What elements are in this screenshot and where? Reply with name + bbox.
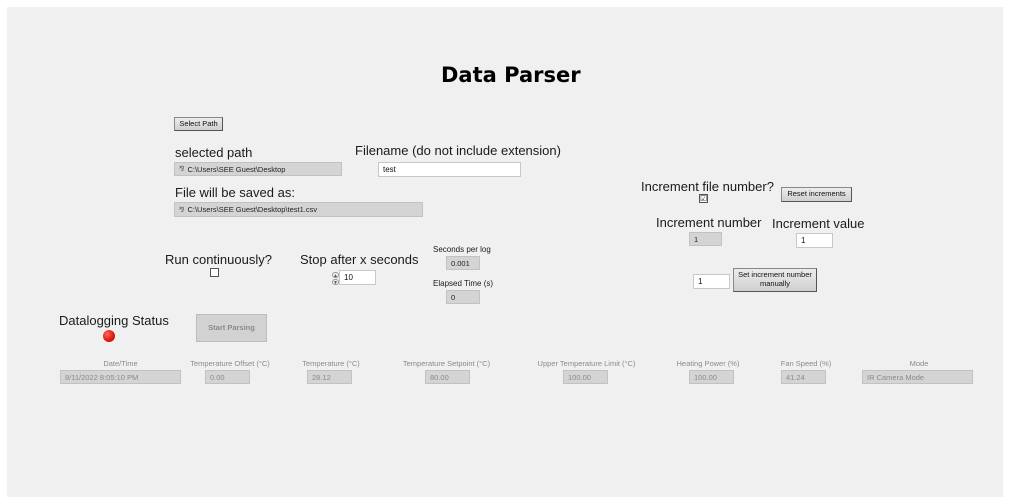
stop-after-label: Stop after x seconds	[300, 252, 419, 267]
heating-power-field: 100.00	[689, 370, 734, 384]
fan-speed-field: 41.24	[781, 370, 826, 384]
filename-input[interactable]: test	[378, 162, 521, 177]
saved-as-label: File will be saved as:	[175, 185, 295, 200]
path-icon: ⅋	[179, 166, 185, 173]
increment-number-label: Increment number	[656, 215, 762, 230]
increment-value-label: Increment value	[772, 216, 865, 231]
run-continuously-checkbox[interactable]	[210, 268, 219, 277]
seconds-per-log-label: Seconds per log	[433, 245, 491, 254]
selected-path-field: ⅋ C:\Users\SEE Guest\Desktop	[174, 162, 342, 176]
column-header-temperature: Temperature (°C)	[302, 359, 360, 368]
page-title: Data Parser	[441, 63, 581, 87]
column-header-upper-limit: Upper Temperature Limit (°C)	[537, 359, 636, 368]
select-path-button[interactable]: Select Path	[174, 117, 223, 131]
increment-number-field: 1	[689, 232, 722, 246]
column-header-fan-speed: Fan Speed (%)	[780, 359, 832, 368]
increment-checkbox[interactable]: ☑	[699, 194, 708, 203]
column-header-datetime: Date/Time	[103, 359, 138, 368]
saved-as-field: ⅋ C:\Users\SEE Guest\Desktop\test1.csv	[174, 202, 423, 217]
set-increment-button[interactable]: Set increment number manually	[733, 268, 817, 292]
mode-field: IR Camera Mode	[862, 370, 973, 384]
datetime-field: 8/11/2022 8:05:10 PM	[60, 370, 181, 384]
stop-after-input[interactable]: 10	[339, 270, 376, 285]
increment-question-label: Increment file number?	[641, 179, 774, 194]
column-header-heating-power: Heating Power (%)	[676, 359, 740, 368]
datalogging-status-led	[103, 330, 115, 342]
filename-label: Filename (do not include extension)	[355, 143, 561, 158]
stop-after-spinner[interactable]: ▲ ▼	[332, 272, 339, 286]
selected-path-label: selected path	[175, 145, 253, 160]
elapsed-time-field: 0	[446, 290, 480, 304]
elapsed-time-label: Elapsed Time (s)	[433, 279, 494, 288]
temperature-field: 28.12	[307, 370, 352, 384]
column-header-mode: Mode	[909, 359, 929, 368]
manual-increment-input[interactable]: 1	[693, 274, 730, 289]
start-parsing-button[interactable]: Start Parsing	[196, 314, 267, 342]
increment-value-input[interactable]: 1	[796, 233, 833, 248]
temp-offset-field: 0.00	[205, 370, 250, 384]
spin-down-icon[interactable]: ▼	[332, 279, 339, 286]
run-continuously-label: Run continuously?	[165, 252, 272, 267]
column-header-temp-offset: Temperature Offset (°C)	[190, 359, 270, 368]
column-header-temp-setpoint: Temperature Setpoint (°C)	[402, 359, 491, 368]
seconds-per-log-field: 0.001	[446, 256, 480, 270]
temp-setpoint-field: 80.00	[425, 370, 470, 384]
reset-increments-button[interactable]: Reset increments	[781, 187, 852, 202]
path-icon: ⅋	[179, 206, 185, 214]
upper-limit-field: 100.00	[563, 370, 608, 384]
datalogging-status-label: Datalogging Status	[59, 313, 169, 328]
selected-path-value: C:\Users\SEE Guest\Desktop	[187, 164, 286, 174]
spin-up-icon[interactable]: ▲	[332, 272, 339, 279]
saved-as-value: C:\Users\SEE Guest\Desktop\test1.csv	[187, 205, 318, 214]
